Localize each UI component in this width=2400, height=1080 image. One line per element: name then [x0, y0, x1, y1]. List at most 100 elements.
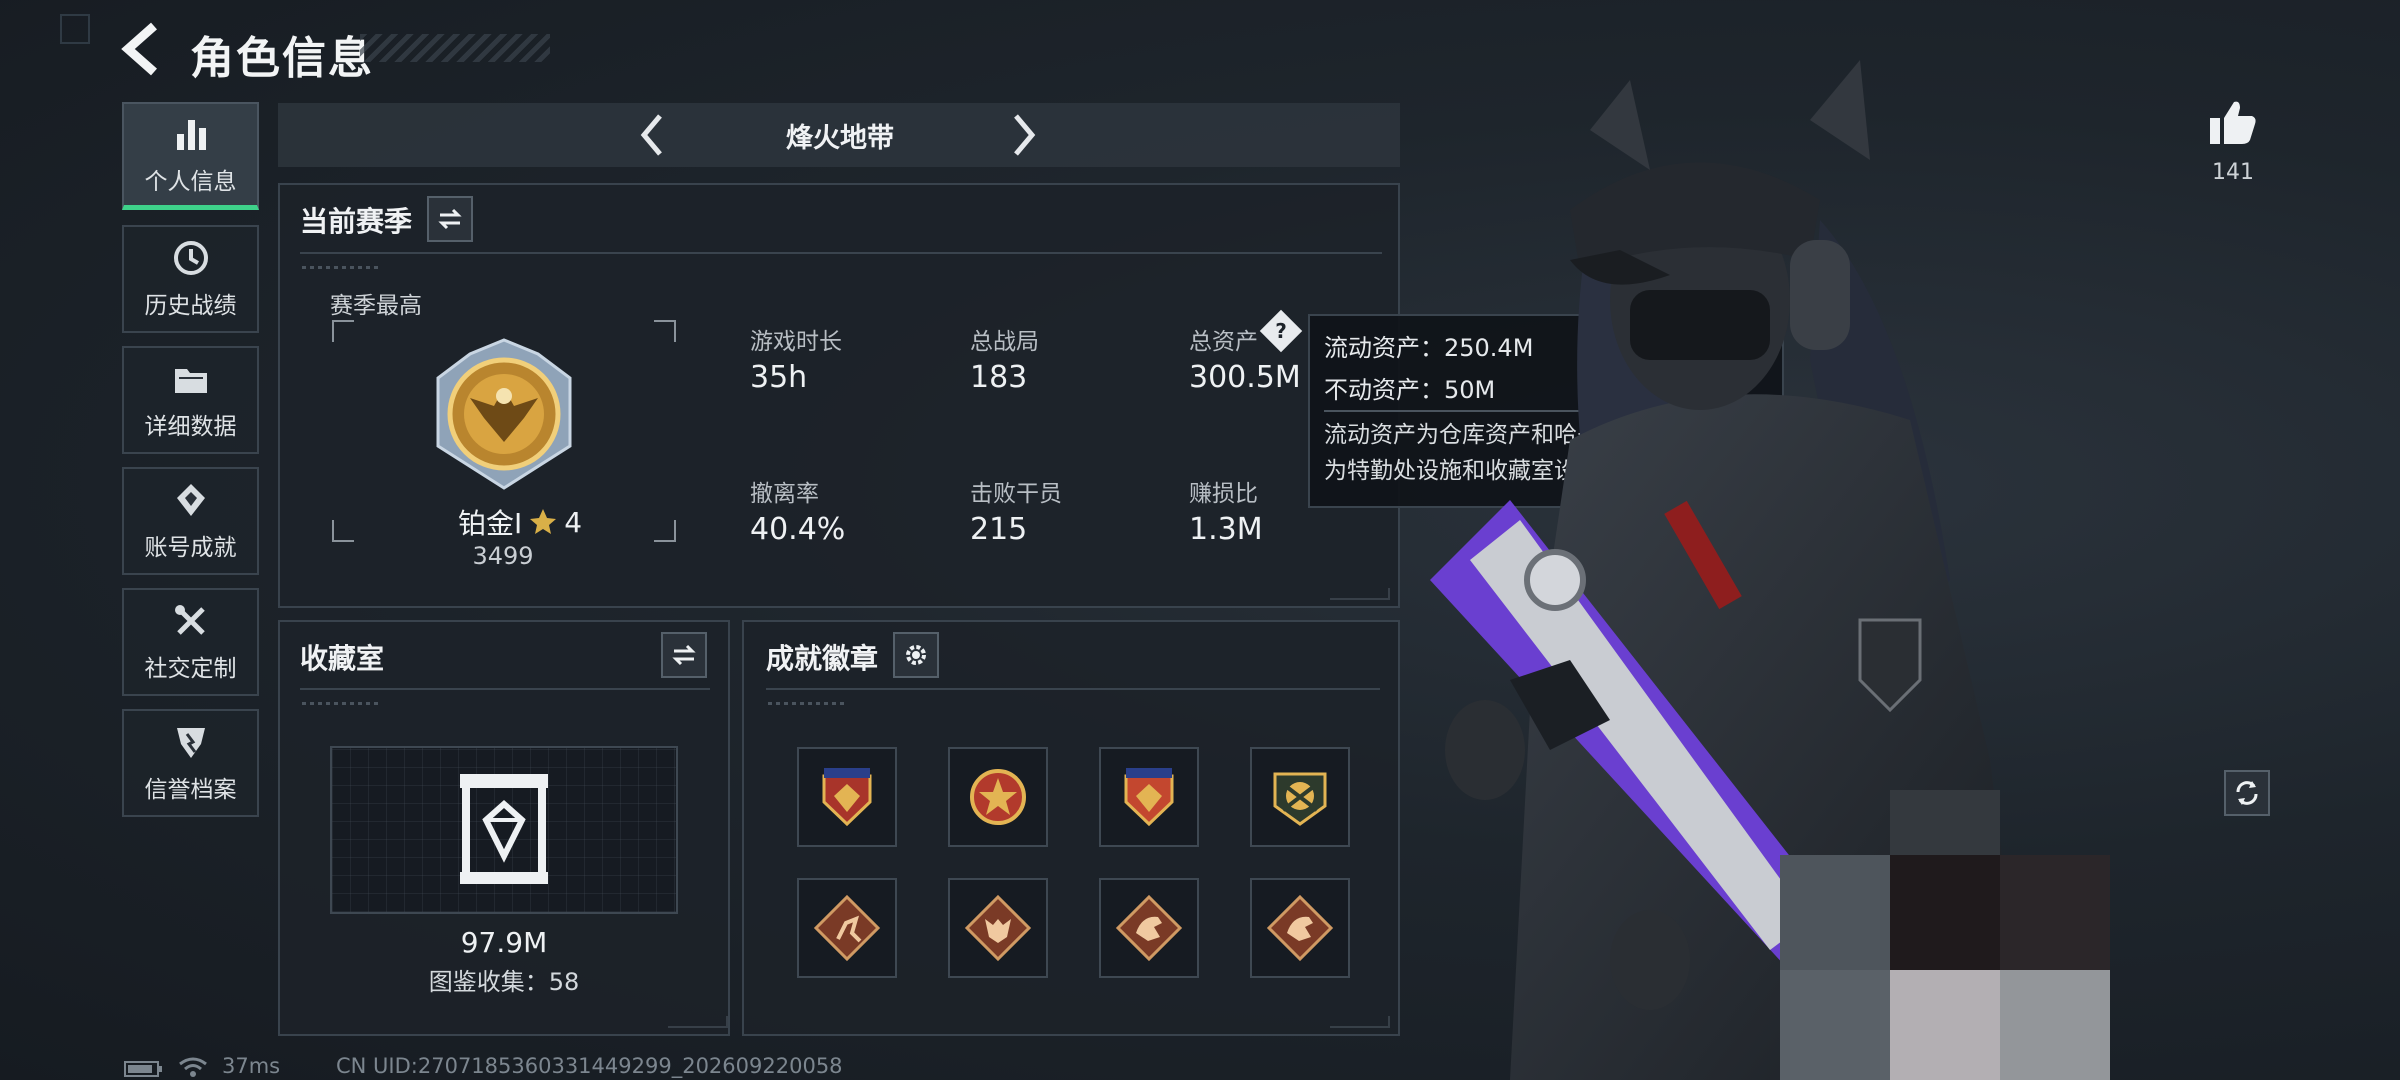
stat-value-kills: 215: [970, 512, 1028, 547]
screen: 角色信息 个人信息 历史战绩 详细数据 账号成就 社交定制 信誉档案 烽火地带 …: [0, 0, 2400, 1080]
swap-arrows-icon: [438, 208, 462, 230]
stat-label-playtime: 游戏时长: [750, 329, 842, 355]
frame-corner: [332, 320, 354, 342]
rotate-icon: [2236, 781, 2258, 805]
sidebar-item-achievements[interactable]: 账号成就: [122, 467, 259, 575]
chevron-left-icon: [640, 114, 662, 156]
sidebar-item-credit[interactable]: 信誉档案: [122, 709, 259, 817]
season-best-label: 赛季最高: [330, 293, 422, 319]
badge-diamond-dragon-icon: [1115, 894, 1183, 962]
stat-label-assets: 总资产: [1189, 329, 1258, 355]
badge-slot-7[interactable]: [1099, 878, 1199, 978]
divider-dots: [302, 266, 382, 269]
pixel-block: [1890, 970, 2000, 1080]
sidebar-item-social[interactable]: 社交定制: [122, 588, 259, 696]
stat-value-profit-ratio: 1.3M: [1189, 512, 1263, 547]
achievement-icon: [176, 484, 205, 516]
chevron-right-icon: [1014, 114, 1036, 156]
collection-value: 97.9M: [460, 926, 548, 959]
badge-diamond-wolf-icon: [964, 894, 1032, 962]
badge-slot-8[interactable]: [1250, 878, 1350, 978]
sidebar-item-history[interactable]: 历史战绩: [122, 225, 259, 333]
history-clock-icon: [173, 241, 208, 275]
folder-icon: [174, 369, 207, 393]
badge-slot-2[interactable]: [948, 747, 1048, 847]
badge-slot-5[interactable]: [797, 878, 897, 978]
rank-name: 铂金I: [457, 507, 523, 540]
gear-icon: [906, 645, 926, 665]
badges-title: 成就徽章: [766, 642, 879, 675]
stat-label-matches: 总战局: [970, 329, 1039, 355]
sidebar-item-label: 个人信息: [144, 168, 237, 195]
mode-prev-button[interactable]: [622, 106, 682, 164]
pixel-block: [1890, 790, 2000, 855]
divider-dots: [768, 702, 848, 705]
sidebar-item-label: 详细数据: [144, 414, 237, 440]
stat-label-kills: 击败干员: [970, 481, 1062, 507]
badge-slot-3[interactable]: [1099, 747, 1199, 847]
wrench-tools-icon: [174, 605, 205, 635]
badge-shield-stars-icon: [822, 768, 872, 827]
collection-title: 收藏室: [300, 642, 385, 675]
back-button[interactable]: [118, 20, 166, 78]
player-uid: CN UID:2707185360331449299_202609220058: [336, 1054, 843, 1078]
badge-slot-1[interactable]: [797, 747, 897, 847]
sidebar-item-label: 社交定制: [144, 656, 237, 682]
pixel-block: [2000, 970, 2110, 1080]
sidebar-item-label: 账号成就: [144, 535, 237, 561]
rank-score: 3499: [472, 542, 534, 570]
badge-diamond-runner-icon: [813, 894, 881, 962]
rank-label-row: 铂金I 4: [440, 502, 600, 542]
divider: [300, 252, 1382, 254]
collection-switch-button[interactable]: [661, 632, 707, 678]
shield-badge-icon: [176, 728, 205, 758]
corner-mark: [60, 14, 90, 44]
mode-title: 烽火地带: [786, 123, 894, 154]
pixel-block: [1780, 970, 1890, 1080]
badge-slot-6[interactable]: [948, 878, 1048, 978]
title-decoration: [360, 34, 550, 62]
frame-corner: [654, 320, 676, 342]
badge-slot-4[interactable]: [1250, 747, 1350, 847]
collection-count: 图鉴收集：58: [428, 968, 580, 996]
badge-diamond-dragon-icon: [1266, 894, 1334, 962]
sidebar-item-label: 历史战绩: [144, 293, 237, 319]
pixel-block: [1890, 855, 2000, 970]
badge-shield-stars-icon: [1124, 768, 1174, 827]
pixel-block: [1780, 855, 1890, 970]
stat-value-playtime: 35h: [750, 360, 808, 395]
sidebar-item-label: 信誉档案: [144, 777, 237, 803]
battery-icon: [124, 1061, 162, 1077]
frame-corner: [654, 520, 676, 542]
divider: [300, 688, 710, 690]
collection-vault-icon: [460, 774, 548, 884]
stat-value-extract-rate: 40.4%: [750, 512, 846, 547]
page-title: 角色信息: [190, 33, 374, 84]
thumbs-up-icon[interactable]: [2208, 98, 2258, 146]
rotate-model-button[interactable]: [2224, 770, 2270, 816]
bar-chart-icon: [176, 119, 206, 150]
stat-value-assets: 300.5M: [1189, 360, 1301, 395]
star-icon: [530, 509, 557, 534]
corner-decoration: [1330, 1016, 1390, 1028]
mode-next-button[interactable]: [994, 106, 1054, 164]
badge-star-wings-icon: [970, 769, 1026, 825]
season-switch-button[interactable]: [427, 196, 473, 242]
corner-decoration: [668, 1016, 728, 1028]
divider-dots: [302, 702, 382, 705]
platinum-rank-emblem-icon: [436, 338, 572, 490]
ping-value: 37ms: [222, 1054, 281, 1078]
wifi-icon: [179, 1057, 207, 1077]
badges-settings-button[interactable]: [893, 632, 939, 678]
back-arrow-icon: [121, 22, 157, 76]
stat-value-matches: 183: [970, 360, 1028, 395]
stat-label-profit-ratio: 赚损比: [1189, 481, 1258, 507]
divider: [766, 688, 1380, 690]
stat-label-extract-rate: 撤离率: [750, 481, 819, 507]
sidebar-item-profile[interactable]: 个人信息: [122, 102, 259, 210]
season-title: 当前赛季: [300, 205, 413, 238]
badge-crossed-guns-icon: [1273, 772, 1327, 826]
sidebar-item-details[interactable]: 详细数据: [122, 346, 259, 454]
frame-corner: [332, 520, 354, 542]
likes-count: 141: [2212, 160, 2254, 185]
